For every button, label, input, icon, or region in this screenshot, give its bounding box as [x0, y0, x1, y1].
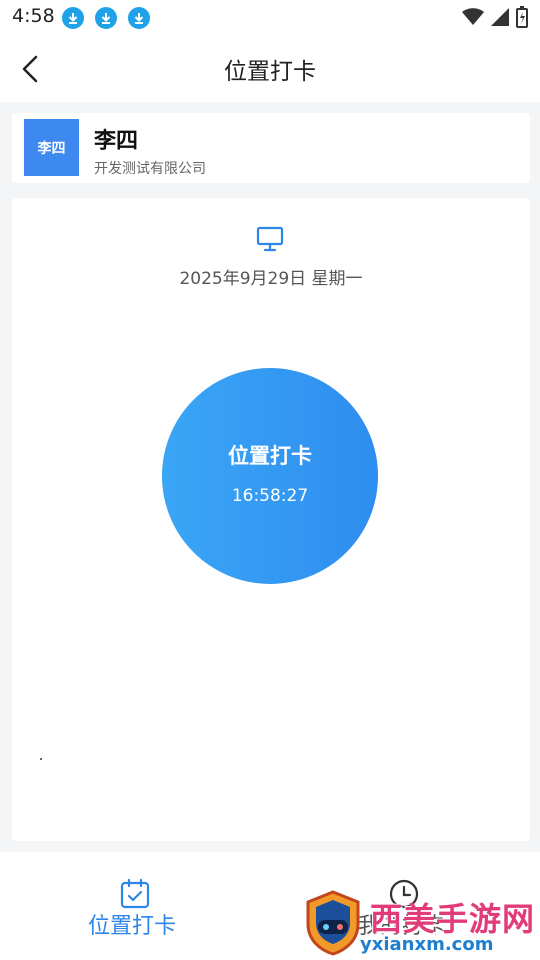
- user-name: 李四: [94, 129, 139, 154]
- watermark: 西美手游网 yxianxm.com: [300, 888, 540, 960]
- user-company: 开发测试有限公司: [94, 161, 206, 177]
- checkin-card: 2025年9月29日 星期一 位置打卡 16:58:27: [12, 198, 530, 841]
- user-card: 李四 李四 开发测试有限公司: [12, 113, 530, 183]
- checkin-date: 2025年9月29日 星期一: [179, 269, 363, 289]
- download-icon: [128, 7, 150, 29]
- status-bar: 4:58: [0, 0, 540, 36]
- status-time: 4:58: [12, 5, 55, 27]
- tab-label: 位置打卡: [88, 914, 177, 939]
- page-title: 位置打卡: [224, 59, 316, 85]
- download-icon: [62, 7, 84, 29]
- avatar: 李四: [24, 119, 79, 176]
- gamepad-shield-icon: [306, 890, 360, 956]
- calendar-check-icon: [120, 878, 150, 909]
- punch-button[interactable]: 位置打卡 16:58:27: [162, 368, 378, 584]
- watermark-url: yxianxm.com: [360, 934, 494, 955]
- punch-button-label: 位置打卡: [228, 444, 312, 468]
- tab-location-checkin[interactable]: 位置打卡: [0, 852, 270, 960]
- punch-time: 16:58:27: [231, 486, 309, 506]
- download-icon: [95, 7, 117, 29]
- signal-icon: [491, 8, 509, 26]
- monitor-icon: [256, 226, 284, 252]
- app-header: 位置打卡: [0, 36, 540, 102]
- wifi-icon: [462, 8, 484, 25]
- system-icons: [462, 6, 528, 28]
- divider-dot: [40, 758, 42, 760]
- battery-icon: [516, 6, 528, 28]
